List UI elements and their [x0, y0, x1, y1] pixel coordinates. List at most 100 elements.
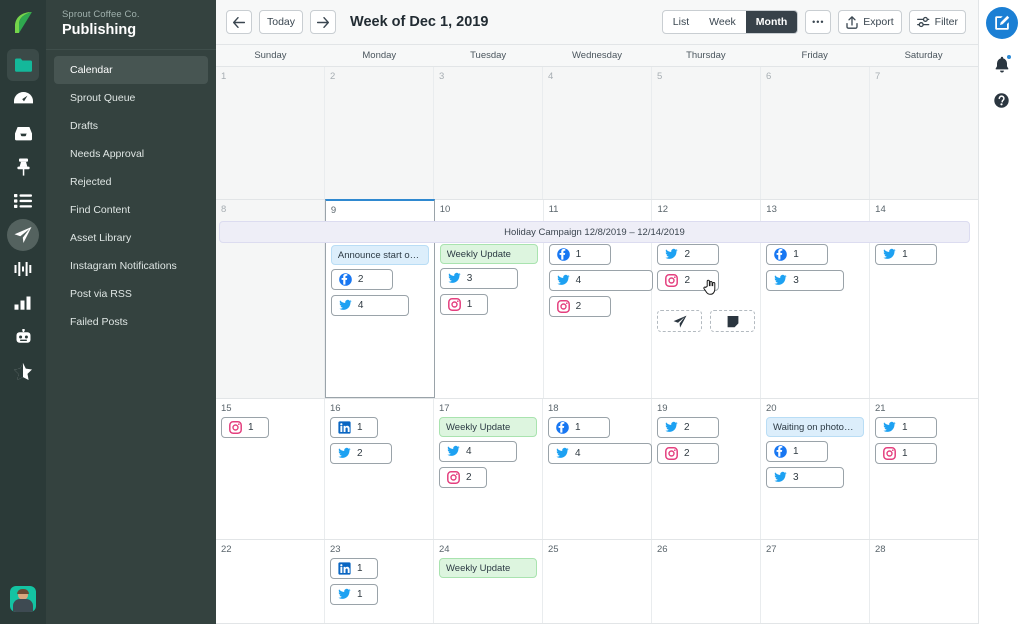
rail-item-publishing-folder[interactable] — [7, 49, 39, 81]
campaign-tag[interactable]: Weekly Update — [439, 417, 537, 437]
rail-item-pinned[interactable] — [7, 151, 39, 183]
post-chip-twitter[interactable]: 3 — [766, 467, 844, 488]
sidebar-item-instagram-notifications[interactable]: Instagram Notifications — [54, 252, 208, 280]
speedometer-icon — [14, 91, 33, 107]
rail-item-publishing[interactable] — [7, 219, 39, 251]
rail-item-smart-inbox[interactable] — [7, 117, 39, 149]
calendar-day-cell[interactable]: 22 — [216, 540, 325, 623]
sidebar-item-find-content[interactable]: Find Content — [54, 196, 208, 224]
post-chip-twitter[interactable]: 2 — [657, 244, 719, 265]
day-number: 13 — [766, 204, 864, 215]
post-chip-facebook[interactable]: 1 — [548, 417, 610, 438]
post-chip-linkedin[interactable]: 1 — [330, 558, 378, 579]
campaign-tag[interactable]: Announce start o… — [331, 245, 429, 265]
view-tab-month[interactable]: Month — [746, 11, 798, 33]
view-tab-list[interactable]: List — [663, 11, 699, 33]
post-chip-instagram[interactable]: 2 — [657, 270, 719, 291]
post-chip-facebook[interactable]: 1 — [766, 244, 828, 265]
calendar-day-cell[interactable]: 1814 — [543, 399, 652, 539]
view-tab-week[interactable]: Week — [699, 11, 746, 33]
calendar-day-cell[interactable]: 26 — [652, 540, 761, 623]
campaign-banner[interactable]: Holiday Campaign 12/8/2019 – 12/14/2019 — [219, 221, 970, 243]
sidebar-item-failed-posts[interactable]: Failed Posts — [54, 308, 208, 336]
post-count: 3 — [793, 472, 799, 483]
post-chip-twitter[interactable]: 1 — [875, 244, 937, 265]
calendar-day-cell[interactable]: 3 — [434, 67, 543, 199]
publish-now-icon — [673, 315, 687, 328]
post-chip-facebook[interactable]: 1 — [766, 441, 828, 462]
sidebar-item-calendar[interactable]: Calendar — [54, 56, 208, 84]
post-chip-twitter[interactable]: 2 — [657, 417, 719, 438]
sidebar-item-sprout-queue[interactable]: Sprout Queue — [54, 84, 208, 112]
rail-item-listening[interactable] — [7, 253, 39, 285]
calendar-day-cell[interactable]: 27 — [761, 540, 870, 623]
post-chip-twitter[interactable]: 3 — [440, 268, 518, 289]
calendar-day-cell[interactable]: 1 — [216, 67, 325, 199]
sidebar-item-rejected[interactable]: Rejected — [54, 168, 208, 196]
rail-item-bots[interactable] — [7, 321, 39, 353]
filter-button[interactable]: Filter — [909, 10, 966, 34]
campaign-tag[interactable]: Weekly Update — [439, 558, 537, 578]
post-chip-twitter[interactable]: 4 — [548, 443, 652, 464]
rail-item-reports[interactable] — [7, 287, 39, 319]
sidebar-nav-list: CalendarSprout QueueDraftsNeeds Approval… — [46, 56, 216, 336]
post-chip-twitter[interactable]: 4 — [439, 441, 517, 462]
post-chip-instagram[interactable]: 2 — [439, 467, 487, 488]
sidebar-item-needs-approval[interactable]: Needs Approval — [54, 140, 208, 168]
post-chip-twitter[interactable]: 1 — [875, 417, 937, 438]
post-chip-instagram[interactable]: 1 — [440, 294, 488, 315]
day-number: 23 — [330, 544, 428, 555]
calendar-day-cell[interactable]: 20Waiting on photo…13 — [761, 399, 870, 539]
avatar-hair — [17, 589, 29, 594]
campaign-tag[interactable]: Waiting on photo… — [766, 417, 864, 437]
campaign-tag-label: Announce start o… — [338, 250, 419, 261]
post-chip-twitter[interactable]: 4 — [549, 270, 653, 291]
post-chip-twitter[interactable]: 3 — [766, 270, 844, 291]
publish-now-button[interactable] — [657, 310, 702, 332]
post-chip-linkedin[interactable]: 1 — [330, 417, 378, 438]
campaign-tag[interactable]: Weekly Update — [440, 244, 538, 264]
post-chip-facebook[interactable]: 1 — [549, 244, 611, 265]
post-chip-twitter[interactable]: 2 — [330, 443, 392, 464]
today-button[interactable]: Today — [259, 10, 303, 34]
calendar-day-cell[interactable]: 2 — [325, 67, 434, 199]
post-chip-instagram[interactable]: 2 — [549, 296, 611, 317]
calendar-day-cell[interactable]: 1612 — [325, 399, 434, 539]
calendar-day-cell[interactable]: 151 — [216, 399, 325, 539]
post-chip-twitter[interactable]: 1 — [330, 584, 378, 605]
sidebar-item-drafts[interactable]: Drafts — [54, 112, 208, 140]
next-period-button[interactable] — [310, 10, 336, 34]
post-chip-instagram[interactable]: 2 — [657, 443, 719, 464]
calendar-day-cell[interactable]: 24Weekly Update — [434, 540, 543, 623]
calendar-day-cell[interactable]: 7 — [870, 67, 978, 199]
calendar-day-cell[interactable]: 2111 — [870, 399, 978, 539]
post-chip-row: 2 — [657, 270, 755, 296]
calendar-day-cell[interactable]: 25 — [543, 540, 652, 623]
post-chip-twitter[interactable]: 4 — [331, 295, 409, 316]
post-chip-facebook[interactable]: 2 — [331, 269, 393, 290]
sidebar-item-asset-library[interactable]: Asset Library — [54, 224, 208, 252]
calendar-day-cell[interactable]: 17Weekly Update42 — [434, 399, 543, 539]
user-avatar[interactable] — [10, 586, 36, 612]
rail-item-reviews[interactable] — [7, 355, 39, 387]
help-button[interactable] — [991, 89, 1013, 111]
compose-button[interactable] — [986, 7, 1018, 39]
calendar-day-cell[interactable]: 5 — [652, 67, 761, 199]
sprout-leaf-logo[interactable] — [12, 11, 34, 35]
notifications-button[interactable] — [991, 53, 1013, 75]
calendar-day-cell[interactable]: 1922 — [652, 399, 761, 539]
more-options-button[interactable]: ••• — [805, 10, 831, 34]
calendar-day-cell[interactable]: 28 — [870, 540, 978, 623]
rail-item-tasks[interactable] — [7, 185, 39, 217]
calendar-day-cell[interactable]: 23 1 1 — [325, 540, 434, 623]
post-chip-instagram[interactable]: 1 — [875, 443, 937, 464]
twitter-icon — [556, 447, 569, 460]
calendar-day-cell[interactable]: 6 — [761, 67, 870, 199]
calendar-day-cell[interactable]: 4 — [543, 67, 652, 199]
post-chip-instagram[interactable]: 1 — [221, 417, 269, 438]
previous-period-button[interactable] — [226, 10, 252, 34]
save-draft-button[interactable] — [710, 310, 755, 332]
sidebar-item-post-via-rss[interactable]: Post via RSS — [54, 280, 208, 308]
export-button[interactable]: Export — [838, 10, 901, 34]
rail-item-dashboard[interactable] — [7, 83, 39, 115]
